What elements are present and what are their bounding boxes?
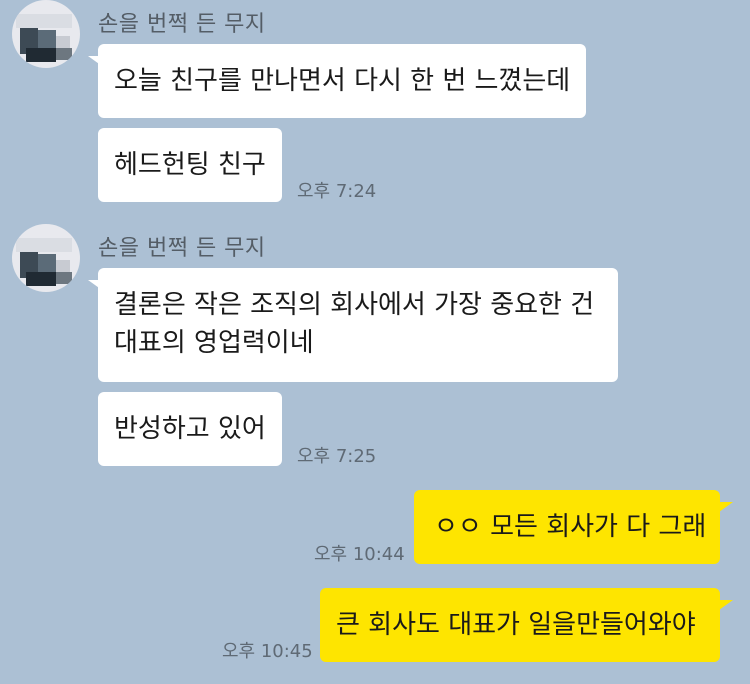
message-line: 결론은 작은 조직의 회사에서 가장 중요한 건 [114,290,595,320]
my-message-bubble[interactable]: 큰 회사도 대표가 일을만들어와야 [320,588,720,662]
sender-name: 손을 번쩍 든 무지 [98,12,266,37]
message-bubble[interactable]: 오늘 친구를 만나면서 다시 한 번 느꼈는데 [98,44,587,118]
message-time: 오후 7:24 [297,181,377,202]
message-line: 대표의 영업력이네 [114,328,314,358]
sender-name: 손을 번쩍 든 무지 [98,236,266,261]
message-time: 오후 10:44 [314,544,405,565]
bubble-tail [719,502,733,512]
profile-avatar[interactable] [12,0,80,68]
message-bubble[interactable]: 헤드헌팅 친구 [98,128,282,202]
bubble-tail [719,600,733,610]
message-time: 오후 10:45 [222,641,313,662]
chat-room: 손을 번쩍 든 무지 오늘 친구를 만나면서 다시 한 번 느꼈는데 헤드헌팅 … [0,0,750,684]
message-bubble[interactable]: 결론은 작은 조직의 회사에서 가장 중요한 건 대표의 영업력이네 [98,268,618,382]
message-time: 오후 7:25 [297,446,377,467]
profile-avatar[interactable] [12,224,80,292]
message-bubble[interactable]: 반성하고 있어 [98,392,282,466]
my-message-bubble[interactable]: ㅇㅇ 모든 회사가 다 그래 [414,490,720,564]
